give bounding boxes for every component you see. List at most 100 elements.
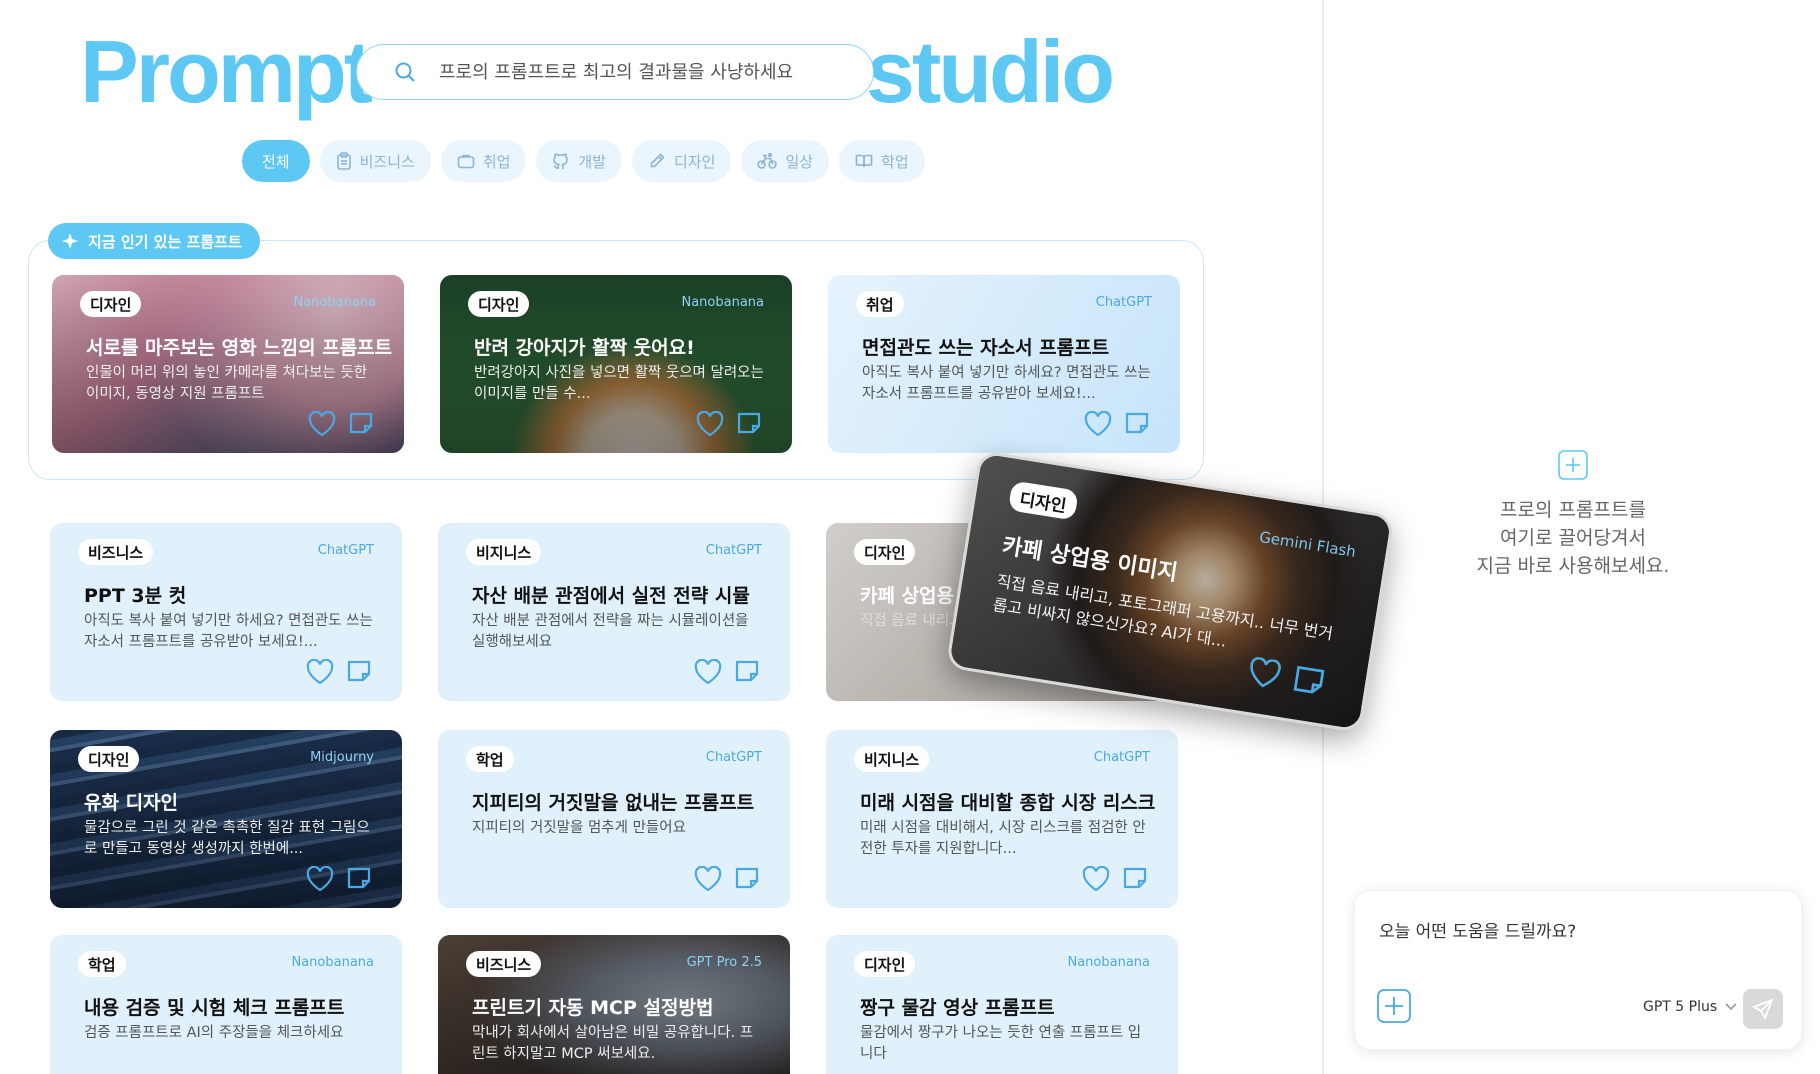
save-note-icon[interactable] xyxy=(346,659,372,683)
card-description: 지피티의 거짓말을 멈추게 만들어요 xyxy=(472,820,686,836)
card-actions xyxy=(1082,866,1148,892)
tab-dev[interactable]: 개발 xyxy=(536,140,623,182)
category-tag: 디자인 xyxy=(80,291,142,317)
model-label: ChatGPT xyxy=(705,543,762,558)
heart-icon[interactable] xyxy=(306,866,334,892)
send-button[interactable] xyxy=(1743,989,1783,1029)
tab-business[interactable]: 비즈니스 xyxy=(319,140,431,182)
briefcase-icon xyxy=(457,154,475,169)
category-tag: 디자인 xyxy=(78,746,140,772)
model-label: Midjourny xyxy=(310,750,374,765)
prompt-card[interactable]: 비지니스 ChatGPT 미래 시점을 대비할 종합 시장 리스크 미래 시점을… xyxy=(826,730,1178,908)
prompt-card[interactable]: 학업 Nanobanana 내용 검증 및 시험 체크 프롬프트 검증 프롬프트… xyxy=(50,935,402,1074)
chat-input[interactable] xyxy=(1379,917,1779,957)
prompt-card[interactable]: 디자인 Nanobanana 반려 강아지가 활짝 웃어요! 반려강아지 사진을… xyxy=(440,275,792,453)
category-tag: 디자인 xyxy=(468,291,530,317)
card-title: PPT 3분 컷 xyxy=(84,585,187,607)
heart-icon[interactable] xyxy=(1082,866,1110,892)
clipboard-icon xyxy=(336,152,351,170)
save-note-icon[interactable] xyxy=(346,866,372,890)
card-title: 미래 시점을 대비할 종합 시장 리스크 xyxy=(860,792,1156,814)
card-title: 유화 디자인 xyxy=(84,792,179,814)
prompt-card[interactable]: 디자인 Nanobanana 짱구 물감 영상 프롬프트 물감에서 짱구가 나오… xyxy=(826,935,1178,1074)
model-label: Nanobanana xyxy=(291,955,374,970)
model-selector-label: GPT 5 Plus xyxy=(1643,999,1718,1015)
card-actions xyxy=(694,866,760,892)
drop-panel[interactable]: 프로의 프롬프트를 여기로 끌어당겨서 지금 바로 사용해보세요. GPT 5 … xyxy=(1322,0,1820,1074)
card-title: 서로를 마주보는 영화 느낌의 프롬프트 xyxy=(86,337,393,359)
model-label: ChatGPT xyxy=(705,750,762,765)
category-tag: 비지니스 xyxy=(466,539,542,565)
heart-icon[interactable] xyxy=(694,659,722,685)
github-icon xyxy=(553,153,569,169)
card-description: 반려강아지 사진을 넣으면 활짝 웃으며 달려오는 이미지를 만들 수... xyxy=(474,365,764,402)
prompt-card[interactable]: 학업 ChatGPT 지피티의 거짓말을 없내는 프롬프트 지피티의 거짓말을 … xyxy=(438,730,790,908)
category-tag: 비즈니스 xyxy=(466,951,542,977)
category-tag: 비지니스 xyxy=(854,746,930,772)
model-label: GPT Pro 2.5 xyxy=(686,955,762,970)
save-note-icon[interactable] xyxy=(348,411,374,435)
drop-zone[interactable]: 프로의 프롬프트를 여기로 끌어당겨서 지금 바로 사용해보세요. xyxy=(1324,450,1820,580)
send-icon xyxy=(1752,998,1774,1020)
card-title: 면접관도 쓰는 자소서 프롬프트 xyxy=(862,337,1110,359)
prompt-card[interactable]: 비즈니스 GPT Pro 2.5 프린트기 자동 MCP 설정방법 막내가 회사… xyxy=(438,935,790,1074)
prompt-card[interactable]: 디자인 Midjourny 유화 디자인 물감으로 그린 것 같은 촉촉한 질감… xyxy=(50,730,402,908)
heart-icon[interactable] xyxy=(696,411,724,437)
card-description: 물감에서 짱구가 나오는 듯한 연출 프롬프트 입니다 xyxy=(860,1025,1142,1062)
model-label: ChatGPT xyxy=(1095,295,1152,310)
card-title: 내용 검증 및 시험 체크 프롬프트 xyxy=(84,997,345,1019)
card-description: 검증 프롬프트로 AI의 주장들을 체크하세요 xyxy=(84,1025,344,1041)
save-note-icon[interactable] xyxy=(1124,411,1150,435)
card-title: 프린트기 자동 MCP 설정방법 xyxy=(472,997,714,1019)
attach-plus-icon[interactable] xyxy=(1377,989,1411,1023)
save-note-icon[interactable] xyxy=(734,866,760,890)
model-label: Nanobanana xyxy=(681,295,764,310)
model-selector[interactable]: GPT 5 Plus xyxy=(1643,999,1737,1015)
bike-icon xyxy=(757,152,778,169)
tab-all[interactable]: 전체 xyxy=(242,140,310,182)
app-root: Prompt studio 전체 비즈니스 취업 개발 디자인 xyxy=(0,0,1820,1074)
heart-icon[interactable] xyxy=(1084,411,1112,437)
plus-icon xyxy=(1558,450,1588,480)
tab-label: 전체 xyxy=(262,152,290,171)
save-note-icon[interactable] xyxy=(736,411,762,435)
tab-career[interactable]: 취업 xyxy=(440,140,527,182)
save-note-icon[interactable] xyxy=(1122,866,1148,890)
model-label: ChatGPT xyxy=(1093,750,1150,765)
card-description: 미래 시점을 대비해서, 시장 리스크를 점검한 안전한 투자를 지원합니다..… xyxy=(860,820,1146,857)
prompt-card[interactable]: 비즈니스 ChatGPT PPT 3분 컷 아직도 복사 붙여 넣기만 하세요?… xyxy=(50,523,402,701)
card-description: 자산 배분 관점에서 전략을 짜는 시뮬레이션을 실행해보세요 xyxy=(472,613,749,650)
model-label: Nanobanana xyxy=(293,295,376,310)
heart-icon[interactable] xyxy=(306,659,334,685)
prompt-card[interactable]: 비지니스 ChatGPT 자산 배분 관점에서 실전 전략 시뮬 자산 배분 관… xyxy=(438,523,790,701)
card-actions xyxy=(306,659,372,685)
model-label: Nanobanana xyxy=(1067,955,1150,970)
tab-study[interactable]: 학업 xyxy=(839,140,925,182)
tab-label: 비즈니스 xyxy=(359,152,415,171)
search-input[interactable] xyxy=(439,61,859,83)
category-tag: 취업 xyxy=(856,291,904,317)
card-actions xyxy=(308,411,374,437)
sparkle-icon xyxy=(62,233,78,249)
prompt-card[interactable]: 취업 ChatGPT 면접관도 쓰는 자소서 프롬프트 아직도 복사 붙여 넣기… xyxy=(828,275,1180,453)
card-description: 물감으로 그린 것 같은 촉촉한 질감 표현 그림으로 만들고 동영상 생성까지… xyxy=(84,820,370,857)
tab-design[interactable]: 디자인 xyxy=(632,140,732,182)
drop-zone-message: 프로의 프롬프트를 여기로 끌어당겨서 지금 바로 사용해보세요. xyxy=(1476,499,1670,577)
save-note-icon[interactable] xyxy=(1291,663,1327,698)
save-note-icon[interactable] xyxy=(734,659,760,683)
tab-label: 디자인 xyxy=(674,152,716,171)
search-icon xyxy=(395,62,415,82)
search-bar[interactable] xyxy=(356,44,874,100)
book-icon xyxy=(855,154,873,168)
tab-daily[interactable]: 일상 xyxy=(741,140,830,182)
card-description: 아직도 복사 붙여 넣기만 하세요? 면접관도 쓰는 자소서 프롬프트를 공유받… xyxy=(862,365,1151,402)
chat-box: GPT 5 Plus xyxy=(1354,890,1802,1050)
heart-icon[interactable] xyxy=(308,411,336,437)
heart-icon[interactable] xyxy=(1245,656,1283,691)
card-title: 자산 배분 관점에서 실전 전략 시뮬 xyxy=(472,585,750,607)
card-actions xyxy=(696,411,762,437)
heart-icon[interactable] xyxy=(694,866,722,892)
prompt-card[interactable]: 디자인 Nanobanana 서로를 마주보는 영화 느낌의 프롬프트 인물이 … xyxy=(52,275,404,453)
category-tag: 학업 xyxy=(466,746,514,772)
category-tag: 비즈니스 xyxy=(78,539,154,565)
